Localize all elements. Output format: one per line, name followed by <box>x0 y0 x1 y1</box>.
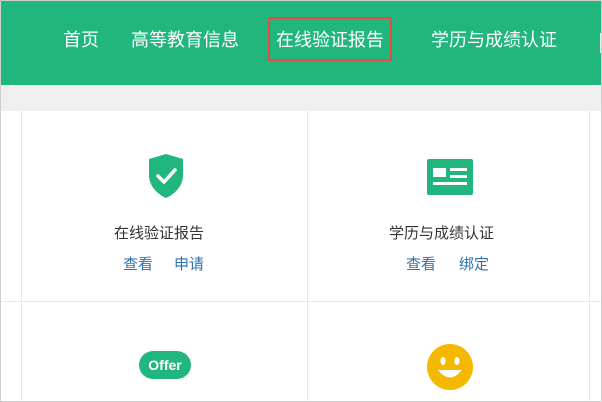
services-grid: 在线验证报告 查看 申请 学历与成绩认证 查看 绑定 Offer <box>1 111 601 401</box>
app-frame: 首页 高等教育信息 在线验证报告 学历与成绩认证 在线验证报告 查看 申请 学历… <box>0 0 602 402</box>
view-certification-link[interactable]: 查看 <box>406 253 436 274</box>
grid-line <box>21 111 22 401</box>
offer-badge-icon: Offer <box>139 351 191 379</box>
card-title-degree-certification: 学历与成绩认证 <box>389 224 495 242</box>
section-separator <box>1 85 601 111</box>
grid-line <box>589 111 590 401</box>
id-card-icon <box>427 159 473 195</box>
nav-item-home[interactable]: 首页 <box>63 27 99 55</box>
apply-report-link[interactable]: 申请 <box>174 253 204 274</box>
nav-item-online-report[interactable]: 在线验证报告 <box>268 17 392 61</box>
bind-certification-link[interactable]: 绑定 <box>459 253 489 274</box>
nav-item-higher-education[interactable]: 高等教育信息 <box>131 27 239 55</box>
smiley-face-icon <box>427 344 473 390</box>
card-title-online-report: 在线验证报告 <box>114 224 205 242</box>
shield-check-icon <box>149 154 183 198</box>
view-report-link[interactable]: 查看 <box>123 253 153 274</box>
grid-line <box>1 301 601 302</box>
nav-item-degree-certification[interactable]: 学历与成绩认证 <box>431 27 557 55</box>
top-navigation: 首页 高等教育信息 在线验证报告 学历与成绩认证 <box>1 1 601 85</box>
grid-line <box>307 111 308 401</box>
